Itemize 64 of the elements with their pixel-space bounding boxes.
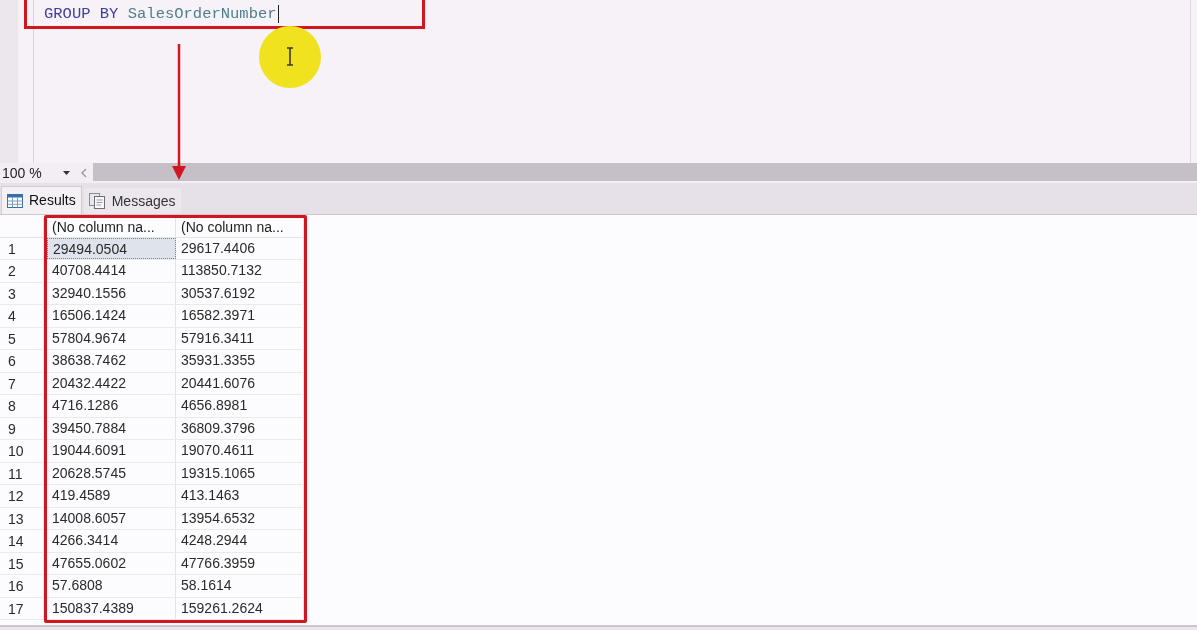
table-cell: 19315.1065 [176,462,304,485]
table-cell: 14008.6057 [47,507,176,530]
table-cell: 4656.8981 [176,395,304,417]
table-cell: 113850.7132 [176,260,304,282]
table-cell: 40708.4414 [47,260,176,282]
table-cell: 4266.3414 [47,530,176,552]
row-number: 3 [0,282,44,306]
table-cell: 159261.2624 [176,597,304,619]
table-cell: 57916.3411 [176,327,304,350]
column-header[interactable]: (No column na... [47,218,176,237]
row-number: 5 [0,327,44,351]
table-cell: 32940.1556 [47,282,176,305]
table-cell: 36809.3796 [176,417,304,440]
row-number: 15 [0,552,44,576]
column-header[interactable]: (No column na... [176,218,304,237]
table-cell: 47655.0602 [47,552,176,575]
table-cell: 19044.6091 [47,440,176,462]
row-number: 8 [0,395,44,418]
row-number: 4 [0,305,44,328]
result-tab[interactable]: Results [1,186,82,214]
zoom-dropdown[interactable]: 100 % [0,163,74,183]
table-cell: 4248.2944 [176,530,304,552]
table-cell: 38638.7462 [47,350,176,372]
result-tab[interactable]: Messages [83,188,181,214]
row-number: 1 [0,238,44,261]
table-cell: 419.4589 [47,485,176,507]
row-number: 7 [0,372,44,396]
caret-icon [63,171,70,175]
table-cell: 20432.4422 [47,372,176,395]
row-number: 12 [0,485,44,508]
row-number: 2 [0,260,44,283]
table-cell: 20441.6076 [176,372,304,395]
cursor-highlight-icon [259,26,321,88]
table-cell: 4716.1286 [47,395,176,417]
table-cell: 57.6808 [47,575,176,597]
table-cell: 57804.9674 [47,327,176,350]
row-number: 14 [0,530,44,553]
table-cell: 19070.4611 [176,440,304,462]
table-cell: 29617.4406 [176,238,304,260]
scroll-left-icon[interactable] [80,168,87,178]
table-cell: 47766.3959 [176,552,304,575]
code-line: GROUP BY SalesOrderNumber [44,4,277,24]
table-cell: 413.1463 [176,485,304,507]
table-cell: 39450.7884 [47,417,176,440]
table-grid-icon [7,193,23,208]
row-number: 10 [0,440,44,463]
documents-icon [88,193,106,209]
table-cell: 30537.6192 [176,282,304,305]
row-number: 6 [0,350,44,373]
row-number: 13 [0,507,44,531]
grid-corner-header[interactable] [0,218,44,238]
table-cell: 16506.1424 [47,305,176,327]
text-cursor-icon [277,5,279,23]
table-cell: 13954.6532 [176,507,304,530]
row-number: 11 [0,462,44,486]
table-cell: 58.1614 [176,575,304,597]
table-cell: 35931.3355 [176,350,304,372]
table-cell: 150837.4389 [47,597,176,619]
row-number: 17 [0,597,44,620]
table-cell: 29494.0504 [47,238,176,260]
row-number: 16 [0,575,44,598]
row-number: 9 [0,417,44,441]
table-cell: 16582.3971 [176,305,304,327]
table-cell: 20628.5745 [47,462,176,485]
